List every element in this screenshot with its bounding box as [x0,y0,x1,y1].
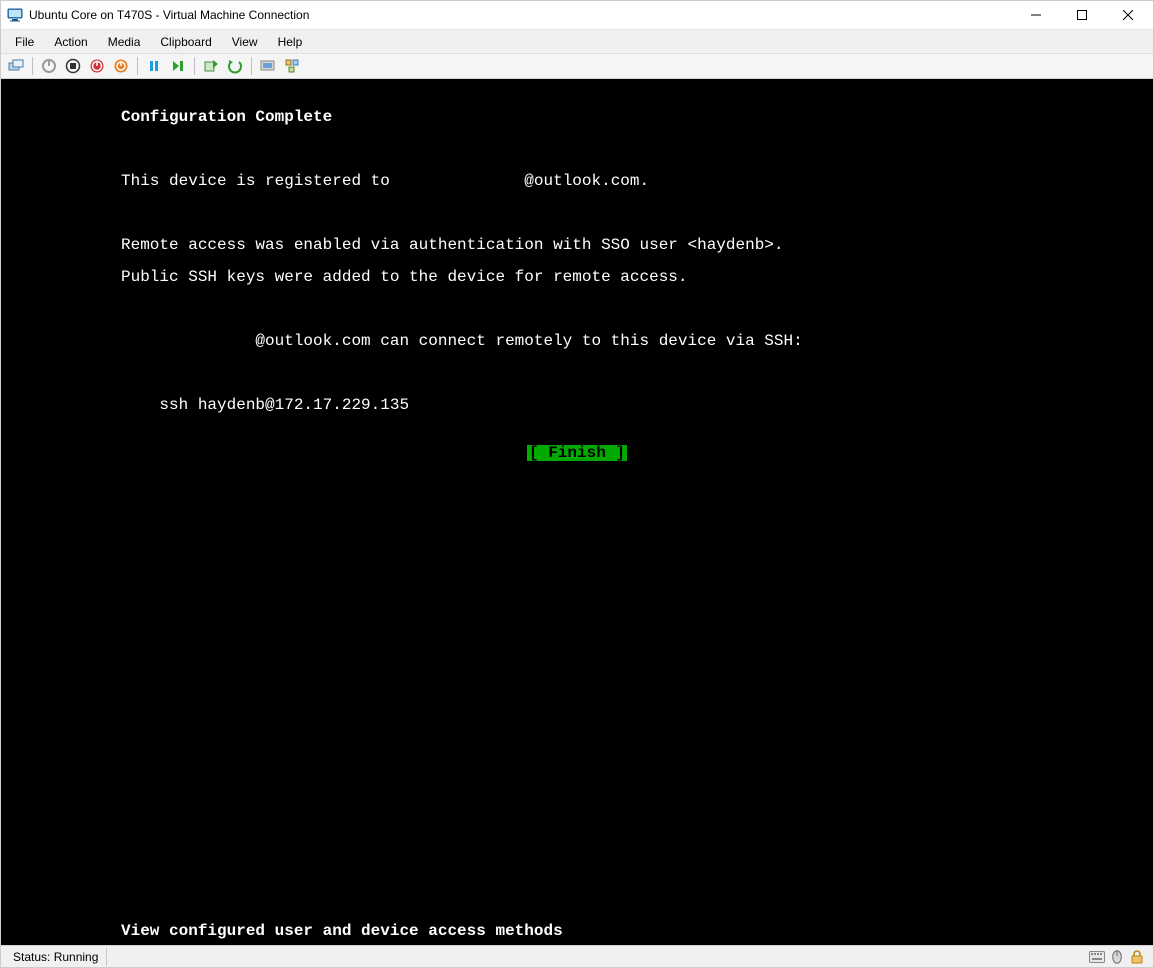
menu-help[interactable]: Help [268,32,313,52]
ctrl-alt-del-icon[interactable] [5,55,27,77]
window-title: Ubuntu Core on T470S - Virtual Machine C… [29,8,309,22]
enhanced-session-icon[interactable] [257,55,279,77]
close-button[interactable] [1105,1,1151,29]
lock-icon [1129,949,1145,965]
console-registered-line: This device is registered to @outlook.co… [1,173,1153,189]
window-controls [1013,1,1151,29]
console-ssh-command: ssh haydenb@172.17.229.135 [1,397,1153,413]
titlebar: Ubuntu Core on T470S - Virtual Machine C… [1,1,1153,29]
keyboard-icon [1089,949,1105,965]
share-icon[interactable] [281,55,303,77]
maximize-button[interactable] [1059,1,1105,29]
save-icon[interactable] [110,55,132,77]
statusbar: Status: Running [1,945,1153,967]
status-icons [1089,949,1149,965]
turnoff-icon[interactable] [62,55,84,77]
checkpoint-icon[interactable] [200,55,222,77]
menu-file[interactable]: File [5,32,44,52]
revert-icon[interactable] [224,55,246,77]
minimize-button[interactable] [1013,1,1059,29]
menu-action[interactable]: Action [44,32,97,52]
shutdown-icon[interactable] [86,55,108,77]
console-ssh-keys-line: Public SSH keys were added to the device… [1,269,1153,285]
finish-row: [ Finish ] [1,445,1153,461]
console-bottom-hint: View configured user and device access m… [121,923,563,939]
pause-icon[interactable] [143,55,165,77]
console-connect-line: @outlook.com can connect remotely to thi… [1,333,1153,349]
vm-console[interactable]: Configuration Complete This device is re… [1,79,1153,945]
menu-view[interactable]: View [222,32,268,52]
toolbar [1,53,1153,79]
console-heading: Configuration Complete [1,109,1153,125]
start-icon-gray[interactable] [38,55,60,77]
finish-button[interactable]: [ Finish ] [527,445,627,461]
mouse-icon [1109,949,1125,965]
menu-media[interactable]: Media [98,32,151,52]
status-text: Status: Running [5,948,107,966]
hyperv-icon [7,7,23,23]
menu-clipboard[interactable]: Clipboard [150,32,221,52]
menubar: File Action Media Clipboard View Help [1,29,1153,53]
console-remote-access-line: Remote access was enabled via authentica… [1,237,1153,253]
reset-icon[interactable] [167,55,189,77]
